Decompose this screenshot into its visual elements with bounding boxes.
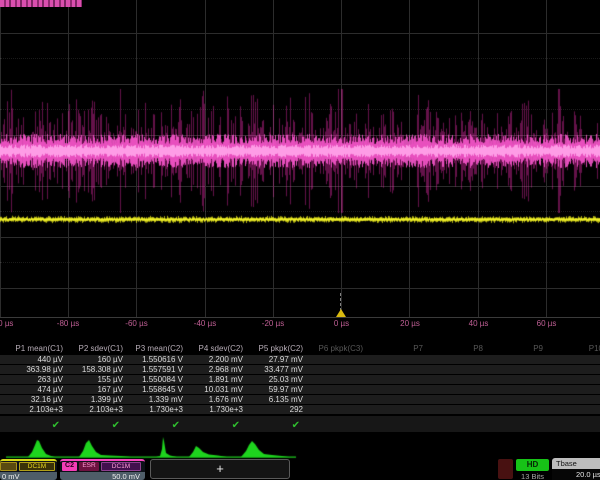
c2-esr-badge: ESR [79,462,99,471]
measure-cell: 2.103e+3 [5,405,63,414]
c1-coupling-badge: DC1M [19,462,55,471]
measure-cell: 1.339 mV [125,395,183,404]
measure-cell: 292 [245,405,303,414]
c1-scale-value: 0 mV [0,472,57,480]
measure-cell: 158.308 µV [65,365,123,374]
measure-header-P3[interactable]: P3 mean(C2) [125,344,183,354]
measure-cell: 1.558645 V [125,385,183,394]
measure-header-P2[interactable]: P2 sdev(C1) [65,344,123,354]
clipped-trace-label [0,0,82,7]
status-check-icon: ✔ [245,420,300,432]
channel-c1-descriptor[interactable]: DC1M 0 mV [0,459,57,480]
timebase-descriptor[interactable]: Tbase 20.0 µs/div [552,458,600,480]
measure-cell: 363.98 µV [5,365,63,374]
measure-header-P5[interactable]: P5 pkpk(C2) [245,344,303,354]
channel-c2-descriptor[interactable]: C2 ESR DC1M 50.0 mV [60,459,145,480]
measure-cell: 1.399 µV [65,395,123,404]
measure-cell: 2.103e+3 [65,405,123,414]
timebase-value: 20.0 µs/div [552,469,600,480]
measure-cell: 1.557591 V [125,365,183,374]
measure-cell: 474 µV [5,385,63,394]
hd-bits-label: 13 Bits [510,472,555,480]
c2-scale-value: 50.0 mV [60,472,145,480]
time-tick-label: -100 µs [0,319,13,328]
time-tick-label: 0 µs [334,319,349,328]
status-check-icon: ✔ [5,420,60,432]
oscilloscope-screen: -100 µs -80 µs -60 µs -40 µs -20 µs 0 µs 20 µs… [0,0,600,480]
measure-cell: 59.97 mV [245,385,303,394]
time-tick-label: -80 µs [57,319,79,328]
timebase-title: Tbase [552,458,600,469]
measure-cell: 160 µV [65,355,123,364]
measure-cell: 10.031 mV [185,385,243,394]
measure-cell: 33.477 mV [245,365,303,374]
measure-cell: 2.968 mV [185,365,243,374]
measure-header-P9[interactable]: P9 [485,344,543,354]
measure-cell: 6.135 mV [245,395,303,404]
measure-header-P7[interactable]: P7 [365,344,423,354]
time-tick-label: 20 µs [400,319,420,328]
measure-cell: 25.03 mV [245,375,303,384]
c2-coupling-badge: DC1M [101,462,141,471]
hd-mode-button[interactable]: HD [516,459,549,471]
measure-header-P6[interactable]: P6 pkpk(C3) [305,344,363,354]
add-channel-button[interactable]: + [150,459,290,479]
measure-cell: 1.730e+3 [125,405,183,414]
time-tick-label: -60 µs [125,319,147,328]
measure-cell: 2.200 mV [185,355,243,364]
measure-header-P1[interactable]: P1 mean(C1) [5,344,63,354]
status-check-icon: ✔ [125,420,180,432]
clipped-badge [0,462,17,471]
measure-cell: 32.16 µV [5,395,63,404]
measure-cell: 1.550616 V [125,355,183,364]
measure-cell: 1.730e+3 [185,405,243,414]
measure-cell: 1.550084 V [125,375,183,384]
measure-cell: 155 µV [65,375,123,384]
status-check-icon: ✔ [185,420,240,432]
measure-header-P8[interactable]: P8 [425,344,483,354]
measure-cell: 1.891 mV [185,375,243,384]
measure-cell: 263 µV [5,375,63,384]
time-tick-label: 60 µs [537,319,557,328]
time-tick-label: -40 µs [194,319,216,328]
trigger-position-marker-icon[interactable] [336,309,346,317]
time-tick-label: 40 µs [469,319,489,328]
time-tick-label: -20 µs [262,319,284,328]
measure-header-P4[interactable]: P4 sdev(C2) [185,344,243,354]
measure-cell: 440 µV [5,355,63,364]
measure-cell: 27.97 mV [245,355,303,364]
c2-label-badge: C2 [62,462,77,471]
measure-cell: 1.676 mV [185,395,243,404]
status-check-icon: ✔ [65,420,120,432]
measure-cell: 167 µV [65,385,123,394]
measure-header-P10[interactable]: P10 [545,344,600,354]
